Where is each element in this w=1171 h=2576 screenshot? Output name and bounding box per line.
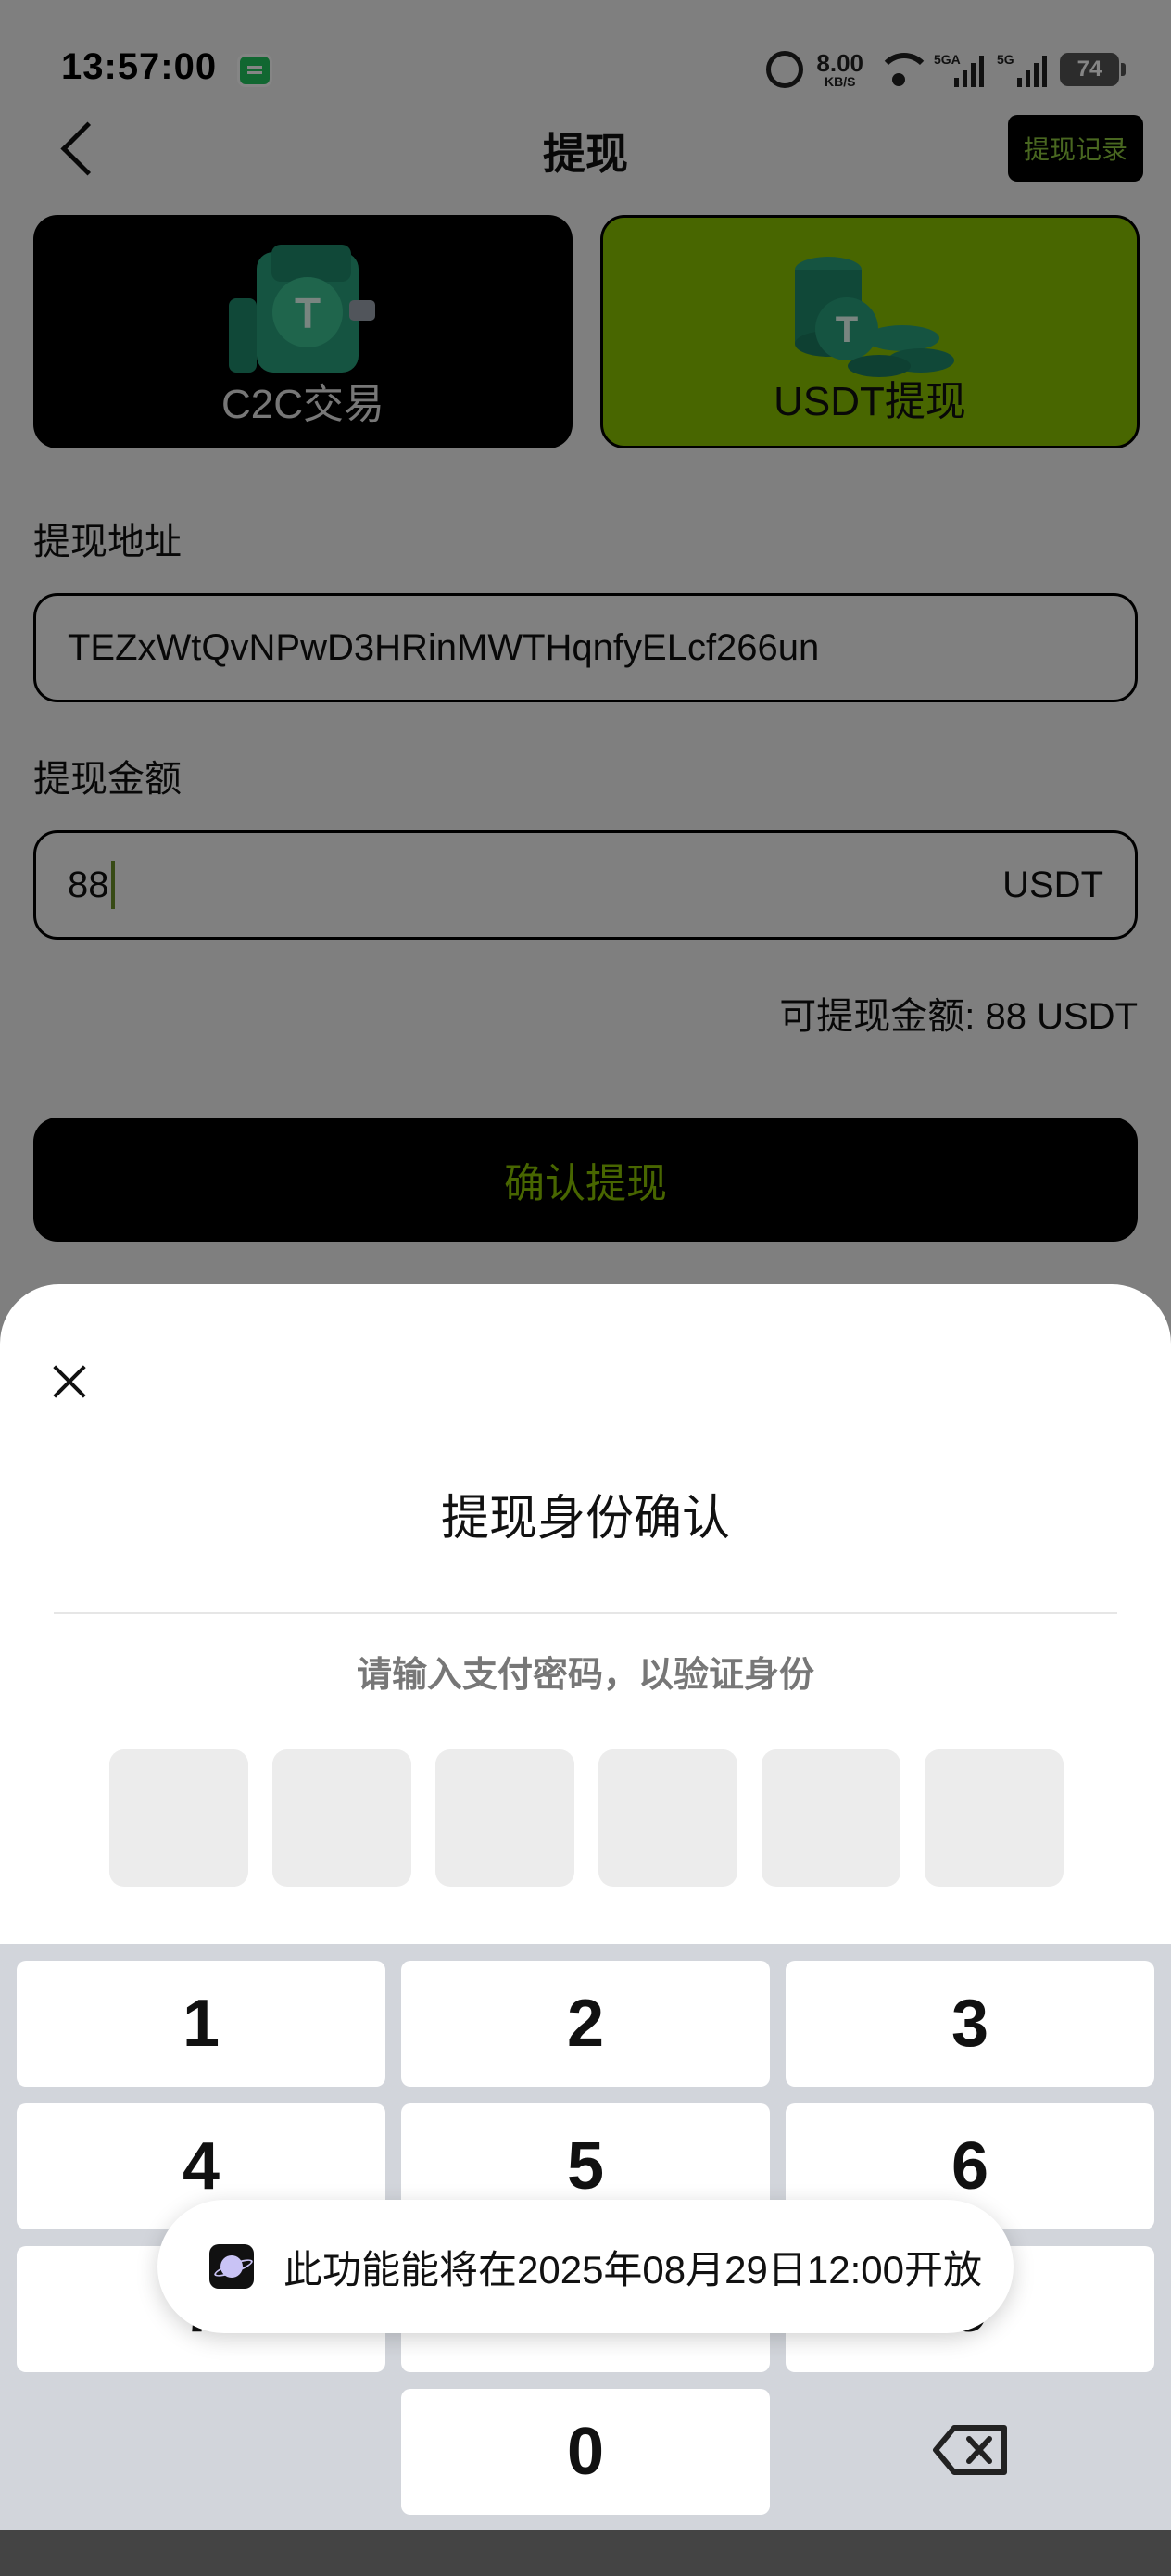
password-hint: 请输入支付密码，以验证身份: [356, 1656, 814, 1695]
pin-box[interactable]: [598, 1749, 737, 1887]
pin-box[interactable]: [762, 1749, 900, 1887]
divider: [54, 1612, 1117, 1614]
pin-box[interactable]: [109, 1749, 248, 1887]
close-icon[interactable]: [46, 1358, 93, 1405]
key-1[interactable]: 1: [17, 1961, 385, 2087]
sheet-title: 提现身份确认: [440, 1492, 730, 1546]
toast-notification: 此功能能将在2025年08月29日12:00开放: [157, 2200, 1014, 2333]
toast-text: 此功能能将在2025年08月29日12:00开放: [283, 2247, 982, 2292]
key-2[interactable]: 2: [401, 1961, 770, 2087]
withdraw-page: 13:57:00 8.00 KB/S 5GA 5G 74 提现 提现记录 T C…: [0, 0, 1171, 2576]
pin-box[interactable]: [435, 1749, 574, 1887]
key-3[interactable]: 3: [786, 1961, 1154, 2087]
key-0[interactable]: 0: [401, 2389, 770, 2515]
pin-box[interactable]: [272, 1749, 411, 1887]
pin-box[interactable]: [925, 1749, 1064, 1887]
planet-app-icon: [209, 2244, 254, 2289]
backspace-icon[interactable]: [932, 2422, 1010, 2478]
pin-input-row[interactable]: [109, 1749, 1064, 1887]
navigation-bar: [0, 2530, 1171, 2576]
